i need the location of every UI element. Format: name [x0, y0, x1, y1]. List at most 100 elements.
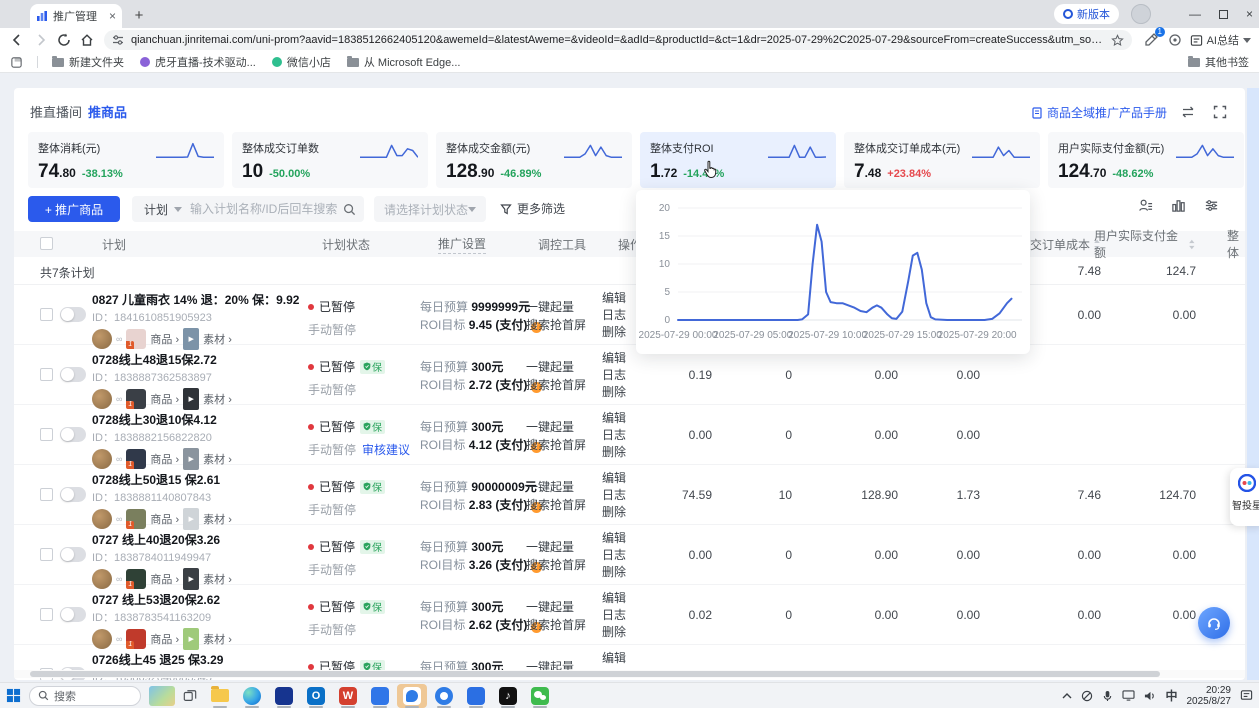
forward-button[interactable]	[32, 31, 50, 49]
bookmark-item[interactable]: 虎牙直播-技术驱动...	[140, 54, 256, 70]
tool-link[interactable]: 搜索抢首屏	[526, 436, 606, 454]
customer-service-button[interactable]	[1198, 607, 1230, 639]
tool-link[interactable]: 一键起量	[526, 538, 606, 556]
reading-list-icon[interactable]	[10, 56, 23, 69]
reload-button[interactable]	[55, 31, 73, 49]
plan-title[interactable]: 0728线上50退15 保2.61	[92, 471, 302, 488]
start-button[interactable]	[6, 688, 21, 703]
search-icon[interactable]	[343, 203, 356, 216]
plan-status-select[interactable]: 请选择计划状态	[374, 196, 486, 222]
maximize-button[interactable]	[1219, 10, 1228, 19]
bookmark-item[interactable]: 新建文件夹	[52, 54, 124, 70]
ime-indicator[interactable]: 中	[1165, 687, 1177, 704]
tool-link[interactable]: 搜索抢首屏	[526, 376, 606, 394]
row-checkbox[interactable]	[40, 368, 53, 381]
tool-link[interactable]: 搜索抢首屏	[526, 556, 606, 574]
notification-center-icon[interactable]	[1240, 689, 1253, 702]
new-version-button[interactable]: 新版本	[1054, 4, 1119, 24]
header-user-pay[interactable]: 用户实际支付金额	[1094, 231, 1196, 257]
tool-link[interactable]: 搜索抢首屏	[526, 616, 606, 634]
table-settings-icon[interactable]	[1204, 198, 1219, 213]
review-suggestion-link[interactable]: 审核建议	[362, 441, 410, 458]
edge-browser-icon[interactable]	[237, 684, 267, 708]
row-checkbox[interactable]	[40, 428, 53, 441]
more-filters-button[interactable]: 更多筛选	[500, 200, 565, 217]
sort-icon[interactable]	[1188, 239, 1196, 250]
row-checkbox[interactable]	[40, 488, 53, 501]
stat-card-0[interactable]: 整体消耗(元)74.80-38.13%	[28, 132, 224, 188]
manual-link[interactable]: 商品全域推广产品手册	[1031, 104, 1167, 121]
site-settings-icon[interactable]	[112, 34, 124, 46]
add-promotion-button[interactable]: + 推广商品	[28, 196, 120, 222]
task-view-icon[interactable]	[183, 689, 197, 703]
plan-title[interactable]: 0727 线上40退20保3.26	[92, 531, 302, 548]
back-button[interactable]	[8, 31, 26, 49]
plan-title[interactable]: 0728线上30退10保4.12	[92, 411, 302, 428]
file-explorer-icon[interactable]	[205, 684, 235, 708]
assistant-widget[interactable]: 智投星	[1230, 468, 1259, 526]
wechat-icon[interactable]	[525, 684, 555, 708]
plan-type-select[interactable]: 计划	[132, 201, 188, 218]
plan-title[interactable]: 0728线上48退15保2.72	[92, 351, 302, 368]
tray-expand-icon[interactable]	[1062, 692, 1072, 700]
blue-tile-app-icon[interactable]	[365, 684, 395, 708]
store-app-icon[interactable]	[269, 684, 299, 708]
outlook-icon[interactable]: O	[301, 684, 331, 708]
plan-toggle[interactable]	[60, 427, 86, 442]
tool-link[interactable]: 一键起量	[526, 298, 606, 316]
home-button[interactable]	[78, 31, 96, 49]
plan-toggle[interactable]	[60, 547, 86, 562]
horizontal-scrollbar[interactable]	[14, 670, 1245, 678]
blue-circle-app-icon[interactable]	[429, 684, 459, 708]
plan-toggle[interactable]	[60, 367, 86, 382]
security-icon[interactable]	[1081, 690, 1093, 702]
plan-title[interactable]: 0727 线上53退20保2.62	[92, 591, 302, 608]
tab-products[interactable]: 推商品	[88, 102, 127, 121]
stat-card-4[interactable]: 整体成交订单成本(元)7.48+23.84%	[844, 132, 1040, 188]
plan-toggle[interactable]	[60, 487, 86, 502]
stat-card-2[interactable]: 整体成交金额(元)128.90-46.89%	[436, 132, 632, 188]
widgets-weather-icon[interactable]	[149, 686, 175, 706]
extensions-puzzle-icon[interactable]	[1166, 31, 1184, 49]
bookmark-star-icon[interactable]	[1111, 34, 1124, 47]
select-all-checkbox[interactable]	[40, 237, 53, 250]
browser-tab[interactable]: 推广管理 ×	[30, 4, 122, 28]
row-checkbox[interactable]	[40, 608, 53, 621]
taskbar-clock[interactable]: 20:29 2025/8/27	[1187, 685, 1232, 707]
plan-search-input[interactable]	[188, 201, 343, 217]
new-tab-button[interactable]: +	[130, 7, 148, 25]
tool-link[interactable]: 一键起量	[526, 478, 606, 496]
fullscreen-icon[interactable]	[1211, 103, 1229, 121]
custom-columns-icon[interactable]	[1171, 198, 1186, 213]
layout-switch-icon[interactable]	[1179, 103, 1197, 121]
plan-toggle[interactable]	[60, 307, 86, 322]
account-manage-icon[interactable]	[1138, 198, 1153, 213]
stat-card-5[interactable]: 用户实际支付金额(元)124.70-48.62%	[1048, 132, 1244, 188]
plan-title[interactable]: 0726线上45 退25 保3.29	[92, 651, 302, 668]
tool-link[interactable]: 一键起量	[526, 598, 606, 616]
tool-link[interactable]: 搜索抢首屏	[526, 316, 606, 334]
tab-close-icon[interactable]: ×	[109, 10, 116, 22]
volume-icon[interactable]	[1144, 690, 1156, 702]
row-checkbox[interactable]	[40, 308, 53, 321]
tool-link[interactable]: 搜索抢首屏	[526, 496, 606, 514]
minimize-button[interactable]: —	[1189, 7, 1201, 21]
bookmark-item[interactable]: 微信小店	[272, 54, 331, 70]
side-drawer-strip[interactable]	[1247, 88, 1259, 680]
address-bar[interactable]: qianchuan.jinritemai.com/uni-prom?aavid=…	[104, 30, 1132, 50]
microphone-icon[interactable]	[1102, 690, 1113, 702]
douyin-icon[interactable]: ♪	[493, 684, 523, 708]
plan-title[interactable]: 0827 儿童雨衣 14% 退：20% 保：9.92	[92, 291, 302, 308]
display-icon[interactable]	[1122, 690, 1135, 701]
close-button[interactable]: ×	[1246, 7, 1253, 21]
blue-doc-app-icon[interactable]	[461, 684, 491, 708]
tool-link[interactable]: 一键起量	[526, 358, 606, 376]
extension-icon[interactable]: 1	[1142, 31, 1160, 49]
bookmark-item[interactable]: 从 Microsoft Edge...	[347, 54, 461, 70]
word-app-icon[interactable]: W	[333, 684, 363, 708]
other-bookmarks[interactable]: 其他书签	[1188, 54, 1249, 70]
row-checkbox[interactable]	[40, 548, 53, 561]
plan-toggle[interactable]	[60, 607, 86, 622]
ai-summary-button[interactable]: AI总结	[1190, 30, 1251, 50]
active-chat-app-icon[interactable]	[397, 684, 427, 708]
